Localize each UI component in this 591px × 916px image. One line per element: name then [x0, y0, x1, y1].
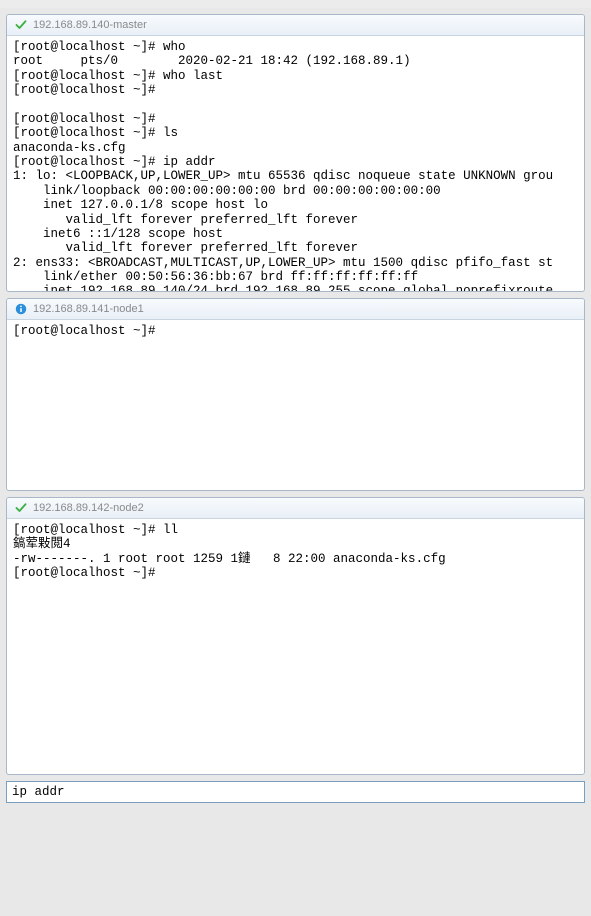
pane-header[interactable]: 192.168.89.141-node1 [7, 299, 584, 320]
terminal-pane-node1: 192.168.89.141-node1 [root@localhost ~]# [6, 298, 585, 491]
command-input[interactable]: ip addr [6, 781, 585, 803]
terminal-output[interactable]: [root@localhost ~]# ll 鎬荤敤閲4 -rw-------.… [7, 519, 584, 774]
info-icon [15, 303, 27, 315]
check-icon [15, 502, 27, 514]
command-input-value: ip addr [12, 785, 65, 799]
pane-title: 192.168.89.141-node1 [33, 303, 144, 315]
terminal-output[interactable]: [root@localhost ~]# [7, 320, 584, 490]
pane-title: 192.168.89.142-node2 [33, 502, 144, 514]
check-icon [15, 19, 27, 31]
terminal-pane-node2: 192.168.89.142-node2 [root@localhost ~]#… [6, 497, 585, 775]
terminal-output[interactable]: [root@localhost ~]# who root pts/0 2020-… [7, 36, 584, 291]
pane-header[interactable]: 192.168.89.140-master [7, 15, 584, 36]
pane-header[interactable]: 192.168.89.142-node2 [7, 498, 584, 519]
tab-strip [0, 0, 591, 8]
terminal-pane-master: 192.168.89.140-master [root@localhost ~]… [6, 14, 585, 292]
pane-title: 192.168.89.140-master [33, 19, 147, 31]
